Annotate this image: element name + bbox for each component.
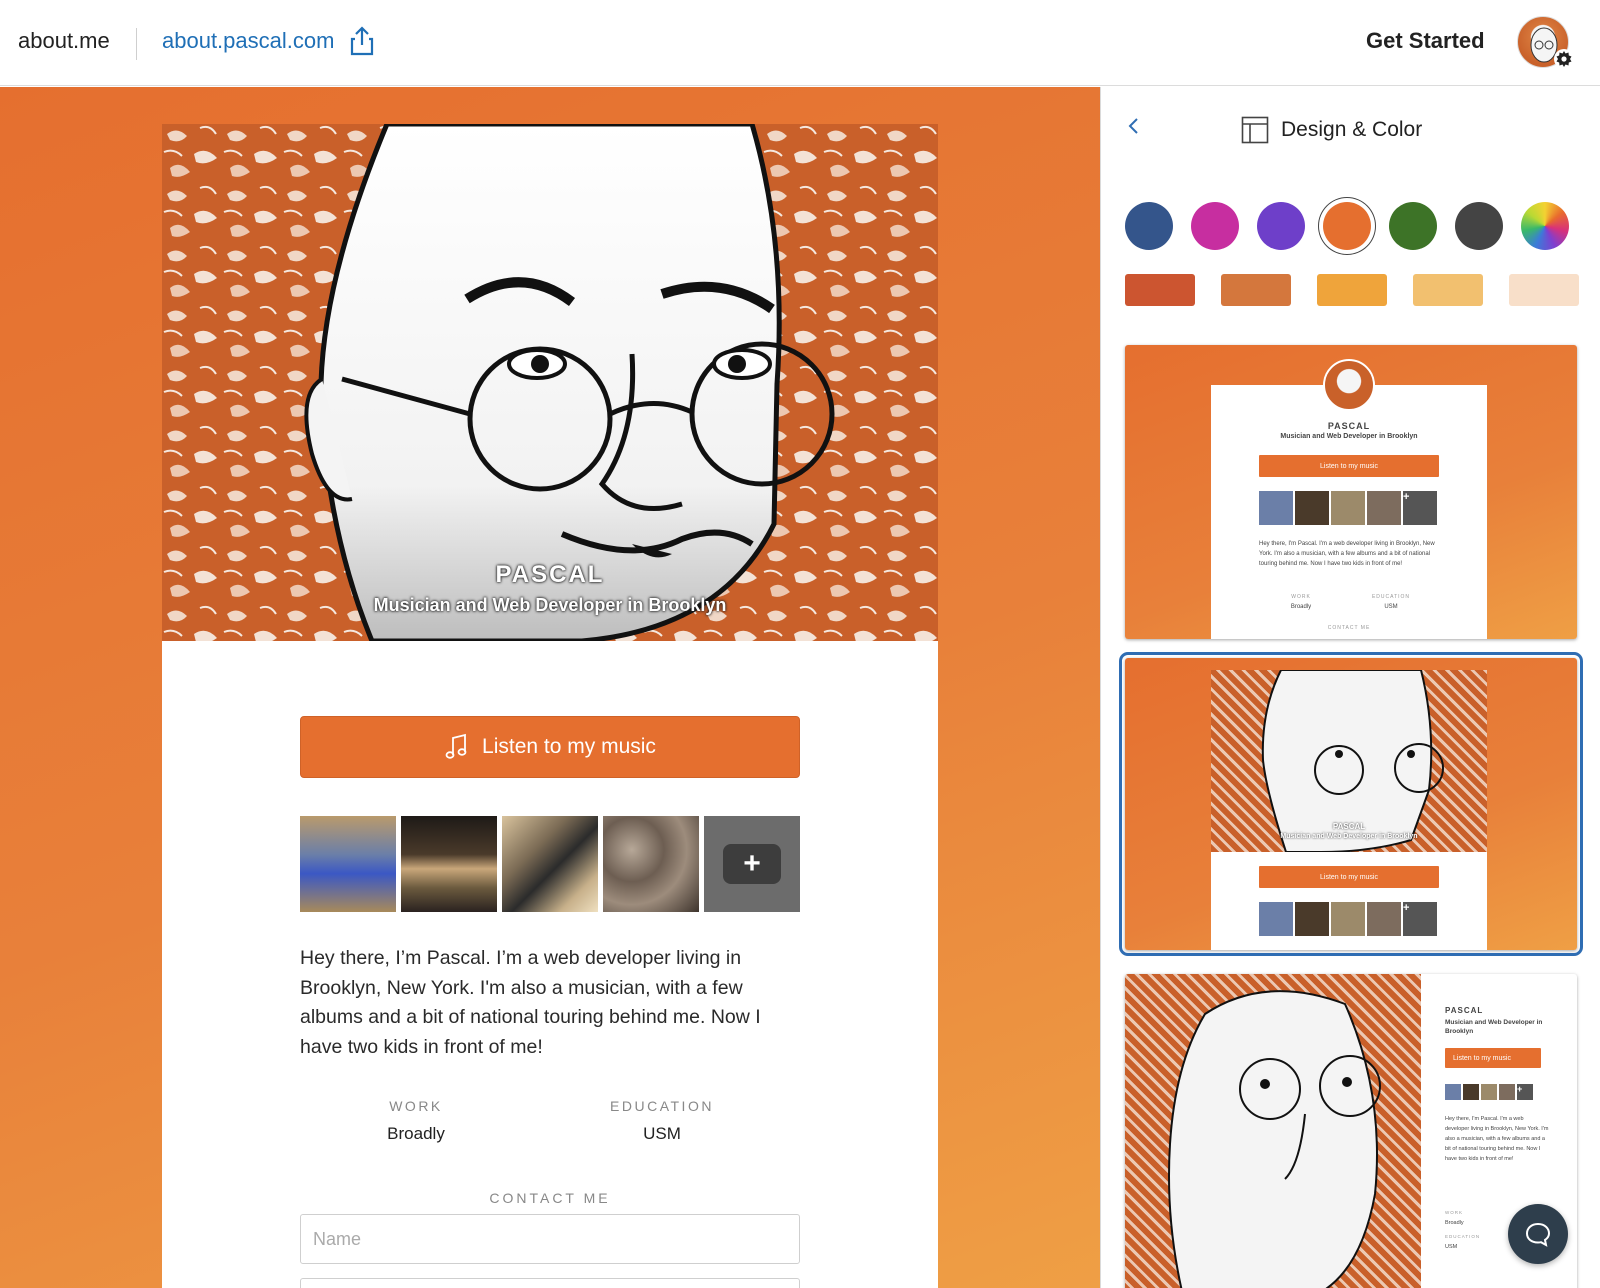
mini-cta: Listen to my music <box>1259 866 1439 888</box>
mini-education-label: EDUCATION <box>1371 594 1411 600</box>
education-value: USM <box>643 1124 681 1143</box>
profile-card: PASCAL Musician and Web Developer in Bro… <box>162 124 938 1288</box>
color-swatch-purple[interactable] <box>1257 202 1305 250</box>
mini-subtitle: Musician and Web Developer in Brooklyn <box>1280 833 1418 840</box>
mini-education-label: EDUCATION <box>1445 1234 1481 1239</box>
layout-icon <box>1241 116 1269 144</box>
shade-swatch[interactable] <box>1221 274 1291 306</box>
chat-bubble-icon <box>1525 1222 1551 1247</box>
top-bar: about.me about.pascal.com Get Started <box>0 0 1600 86</box>
work-value: Broadly <box>387 1124 445 1143</box>
mini-education-value: USM <box>1384 604 1398 610</box>
mini-gallery: + <box>1259 902 1437 936</box>
mini-avatar <box>1323 359 1375 411</box>
brand-logo[interactable]: about.me <box>18 28 110 54</box>
color-swatch-green[interactable] <box>1389 202 1437 250</box>
gallery-photo[interactable] <box>603 816 699 912</box>
gallery-photo[interactable] <box>401 816 497 912</box>
shade-swatch[interactable] <box>1509 274 1579 306</box>
photo-gallery: + <box>300 816 800 912</box>
mini-bio: Hey there, I'm Pascal. I'm a web develop… <box>1259 541 1435 567</box>
bio-text: Hey there, I’m Pascal. I’m a web develop… <box>300 947 761 1058</box>
mini-contact-label: CONTACT ME <box>1327 625 1371 631</box>
color-swatch-gray[interactable] <box>1455 202 1503 250</box>
gear-icon[interactable] <box>1553 48 1575 70</box>
help-chat-button[interactable] <box>1508 1204 1568 1264</box>
name-field[interactable] <box>300 1214 800 1264</box>
mini-card: PASCAL Musician and Web Developer in Bro… <box>1211 359 1487 639</box>
color-picker-rainbow[interactable] <box>1521 202 1569 250</box>
profile-name: PASCAL <box>495 561 605 588</box>
template-option-selected[interactable]: PASCAL Musician and Web Developer in Bro… <box>1119 652 1583 956</box>
listen-music-button[interactable]: Listen to my music <box>300 716 800 778</box>
shade-swatch[interactable] <box>1317 274 1387 306</box>
color-swatch-orange[interactable] <box>1323 202 1371 250</box>
color-swatch-blue[interactable] <box>1125 202 1173 250</box>
mini-name: PASCAL <box>1327 421 1371 431</box>
get-started-button[interactable]: Get Started <box>1366 28 1485 54</box>
mini-subtitle: Musician and Web Developer in Brooklyn <box>1445 1019 1543 1035</box>
mini-hero-image <box>1125 974 1421 1288</box>
mini-card: PASCAL Musician and Web Developer in Bro… <box>1211 669 1487 950</box>
education-label: EDUCATION <box>610 1098 714 1114</box>
listen-music-label: Listen to my music <box>482 735 656 758</box>
shade-swatch[interactable] <box>1413 274 1483 306</box>
mini-education-value: USM <box>1445 1244 1458 1250</box>
mini-cta: Listen to my music <box>1445 1048 1541 1068</box>
work-label: WORK <box>389 1098 443 1114</box>
mini-work-label: WORK <box>1445 1210 1463 1215</box>
hero-image: PASCAL Musician and Web Developer in Bro… <box>162 124 938 641</box>
add-photo-button[interactable]: + <box>704 816 800 912</box>
divider <box>136 28 137 60</box>
email-field[interactable] <box>300 1278 800 1288</box>
template-option[interactable]: PASCAL Musician and Web Developer in Bro… <box>1125 345 1577 639</box>
share-icon[interactable] <box>350 26 374 56</box>
preview-stage: PASCAL Musician and Web Developer in Bro… <box>0 87 1100 1288</box>
gallery-photo[interactable] <box>300 816 396 912</box>
plus-icon: + <box>723 844 781 884</box>
mini-name: PASCAL <box>1332 822 1366 831</box>
panel-title: Design & Color <box>1281 118 1423 141</box>
design-panel: Design & Color PASCAL Musician and Web D… <box>1100 87 1600 1288</box>
chevron-left-icon[interactable] <box>1125 113 1141 139</box>
contact-label: CONTACT ME <box>489 1190 611 1206</box>
mini-bio: Hey there, I'm Pascal. I'm a web develop… <box>1445 1116 1549 1162</box>
mini-work-value: Broadly <box>1290 604 1312 610</box>
mini-gallery: + <box>1445 1084 1533 1100</box>
mini-gallery: + <box>1259 491 1437 525</box>
shade-swatch[interactable] <box>1125 274 1195 306</box>
mini-cta: Listen to my music <box>1259 455 1439 477</box>
profile-subtitle: Musician and Web Developer in Brooklyn <box>373 595 727 615</box>
mini-subtitle: Musician and Web Developer in Brooklyn <box>1280 433 1418 440</box>
site-url-link[interactable]: about.pascal.com <box>162 28 334 54</box>
color-swatch-magenta[interactable] <box>1191 202 1239 250</box>
mini-work-label: WORK <box>1291 594 1311 600</box>
music-note-icon <box>445 733 467 759</box>
gallery-photo[interactable] <box>502 816 598 912</box>
mini-name: PASCAL <box>1445 1006 1484 1015</box>
mini-work-value: Broadly <box>1445 1220 1464 1226</box>
